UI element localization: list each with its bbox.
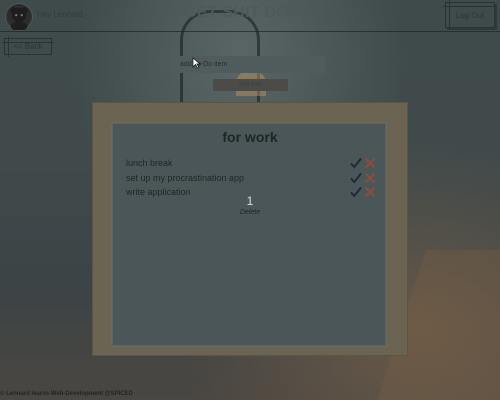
todo-list-card: for work lunch break set up my procrasti… [112,123,386,346]
logout-button[interactable]: Log Out [443,0,497,30]
list-title: for work [222,129,278,145]
list-item: lunch break [126,156,376,171]
item-actions [350,156,376,170]
todo-item-text: set up my procrastination app [126,172,245,183]
check-icon[interactable] [350,157,362,169]
back-button[interactable]: << Back [2,36,54,57]
mouse-pointer-icon [192,57,201,69]
delete-x-icon[interactable] [364,172,376,184]
list-item: set up my procrastination app [126,171,376,186]
item-actions [350,171,376,185]
todo-board: for work lunch break set up my procrasti… [92,102,408,356]
top-bar: Hey Lennard GET SHIT DONE. Log Out [0,0,500,32]
delete-list-link[interactable]: Delete [113,209,387,216]
app-title: GET SHIT DONE. [184,4,316,21]
footer-copyright: © Lennard learns Web-Development @SPICED [0,391,133,397]
item-count: 1 [246,194,254,208]
todo-item-text: lunch break [126,158,173,169]
todo-list: lunch break set up my procrastination ap… [126,156,376,200]
delete-x-icon[interactable] [364,157,376,169]
add-item-button[interactable]: add item [213,79,288,91]
check-icon[interactable] [350,172,362,184]
